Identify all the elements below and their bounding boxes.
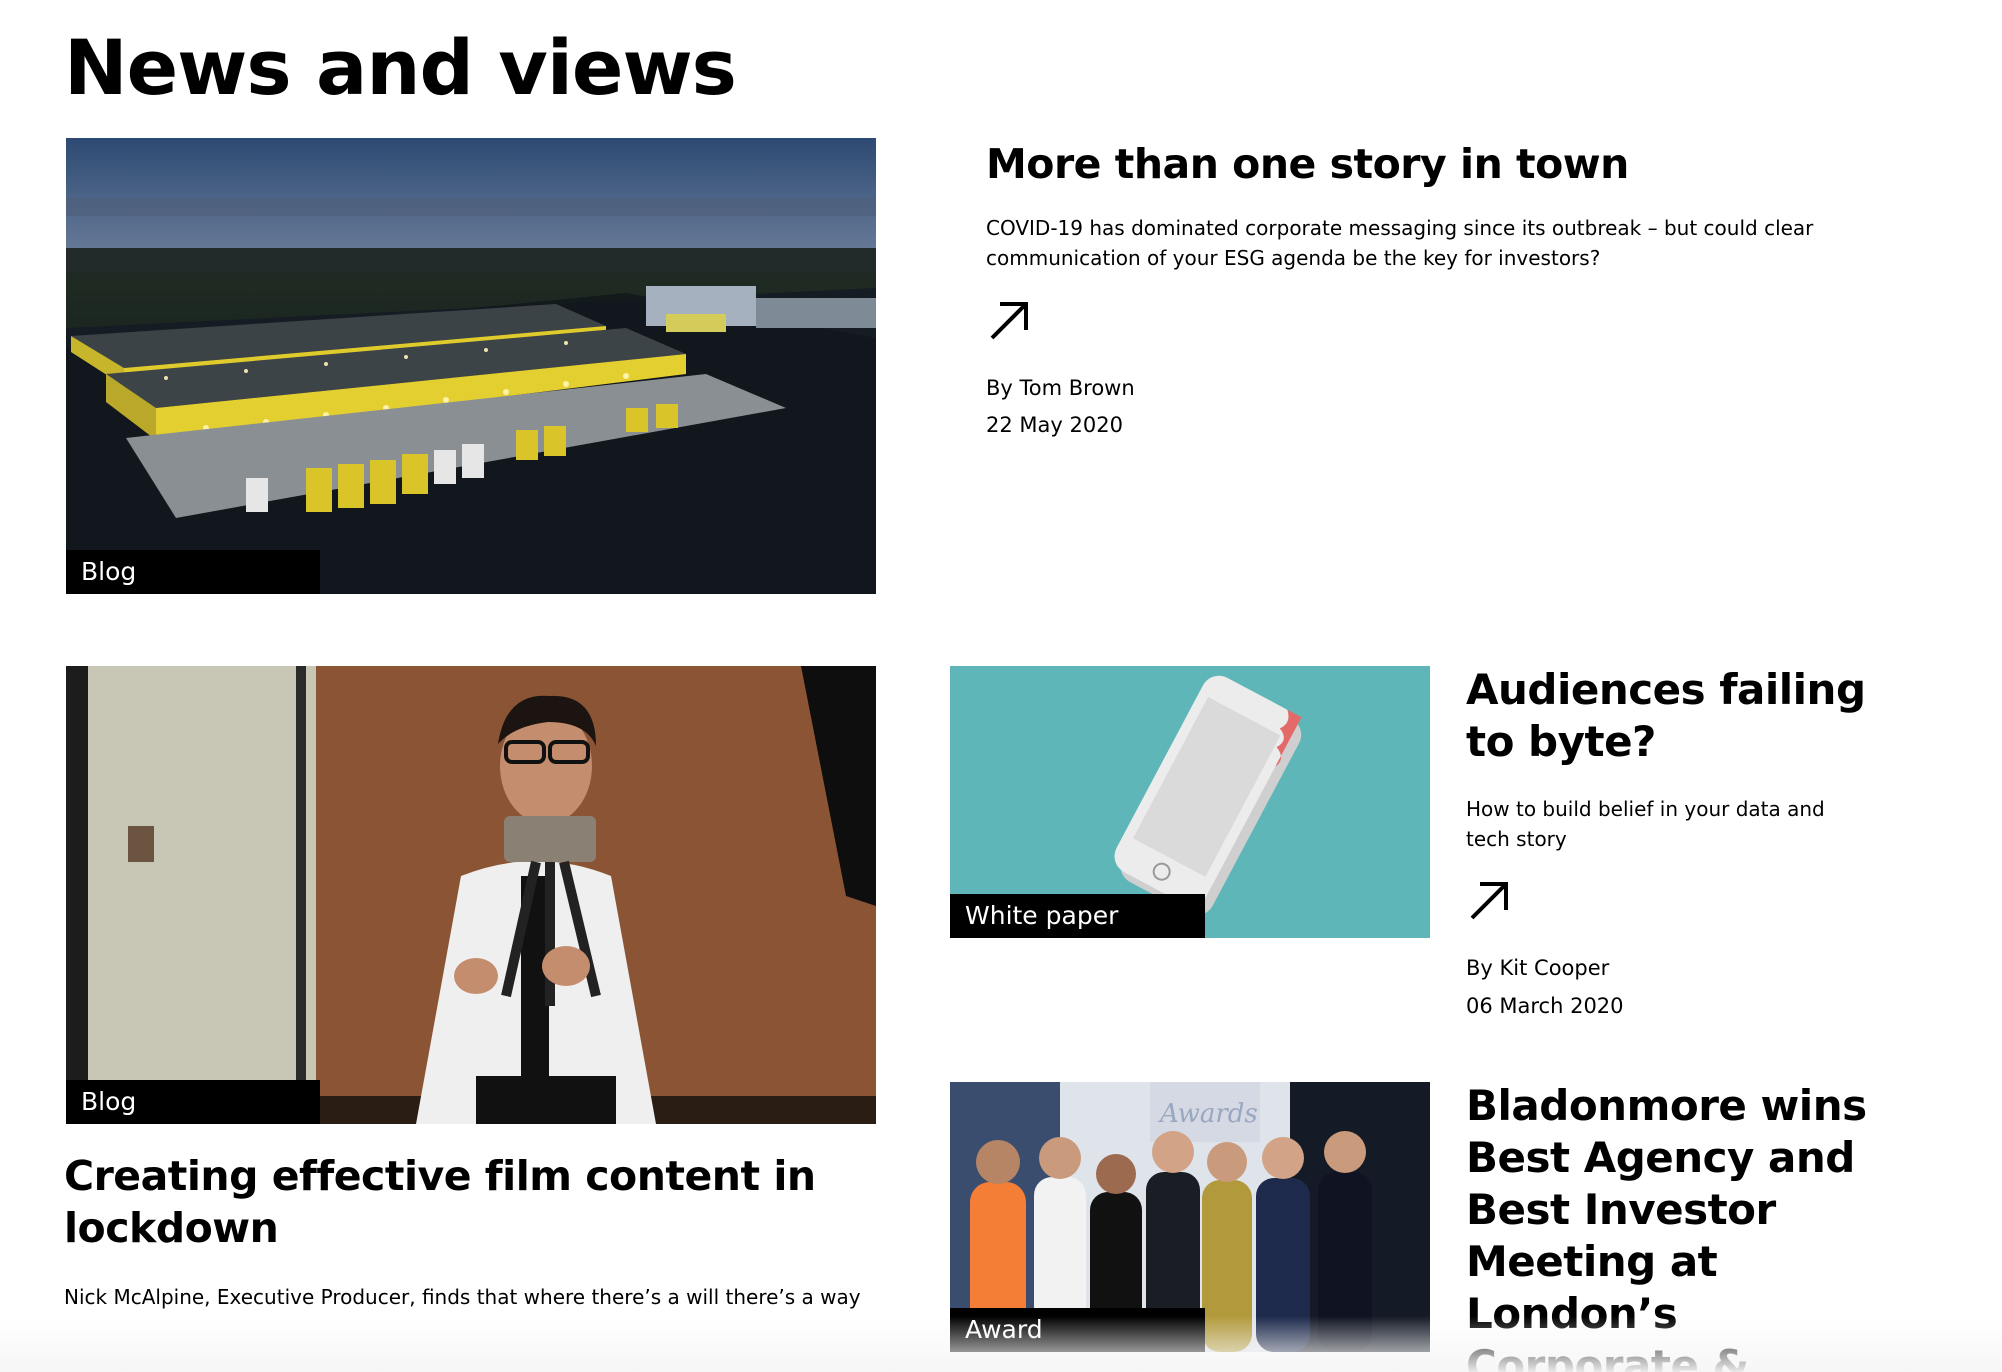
article-tag: Blog — [66, 1080, 320, 1124]
article-date: 06 March 2020 — [1466, 994, 1624, 1018]
article-excerpt: Nick McAlpine, Executive Producer, finds… — [64, 1285, 861, 1309]
article-excerpt: How to build belief in your data and tec… — [1466, 797, 1825, 851]
article-image-phone[interactable]: White paper — [950, 666, 1430, 938]
warehouse-photo — [66, 138, 876, 594]
arrow-up-right-icon[interactable] — [986, 296, 1034, 344]
article-tag: White paper — [950, 894, 1205, 938]
article-title[interactable]: Creating effective film content in lockd… — [64, 1150, 874, 1254]
article-image-award[interactable]: Awards Award — [950, 1082, 1430, 1352]
svg-text:Awards: Awards — [1158, 1099, 1258, 1129]
article-author: By Tom Brown — [986, 376, 1135, 400]
article-title[interactable]: More than one story in town — [986, 136, 1886, 192]
article-image-warehouse[interactable]: Blog — [66, 138, 876, 594]
page-title: News and views — [64, 23, 737, 112]
arrow-up-right-icon[interactable] — [1466, 876, 1514, 924]
article-tag: Award — [950, 1308, 1205, 1352]
article-image-presenter[interactable]: Blog — [66, 666, 876, 1124]
article-excerpt: COVID-19 has dominated corporate messagi… — [986, 216, 1814, 270]
news-and-views-page: News and views Blog More than one story … — [0, 0, 2002, 1372]
article-title[interactable]: Bladonmore wins Best Agency and Best Inv… — [1466, 1080, 1896, 1372]
presenter-filming-photo — [66, 666, 876, 1124]
article-tag: Blog — [66, 550, 320, 594]
article-date: 22 May 2020 — [986, 413, 1123, 437]
article-author: By Kit Cooper — [1466, 956, 1610, 980]
article-title[interactable]: Audiences failing to byte? — [1466, 664, 1886, 768]
